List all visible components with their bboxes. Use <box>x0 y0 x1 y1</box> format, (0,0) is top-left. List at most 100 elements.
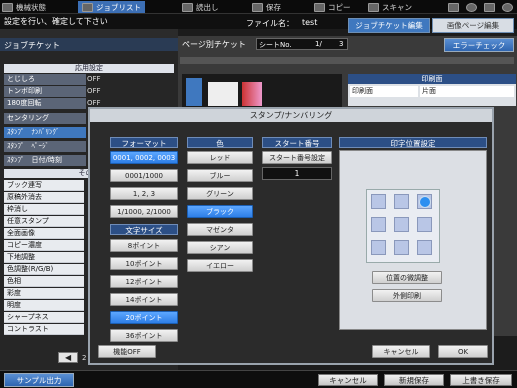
outside-print-button[interactable]: 外側印刷 <box>372 289 442 302</box>
color-option-black[interactable]: ブラック <box>187 205 253 218</box>
list-item-color-adjust-rgb[interactable]: 色調整(R/G/B) <box>4 264 84 275</box>
row-crop-marks[interactable]: トンボ印刷 <box>4 86 86 97</box>
size-option-10pt[interactable]: 10ポイント <box>110 257 178 270</box>
thumbnail-image[interactable] <box>208 82 238 106</box>
error-check-button[interactable]: エラーチェック <box>444 38 514 52</box>
position-top-center[interactable] <box>394 194 409 209</box>
format-head: フォーマット <box>110 137 178 148</box>
list-item-custom-stamp[interactable]: 任意スタンプ <box>4 216 84 227</box>
position-middle-center[interactable] <box>394 217 409 232</box>
mail-icon[interactable] <box>448 1 459 13</box>
list-item-frame-erase[interactable]: 枠消し <box>4 204 84 215</box>
job-ticket-top-strip <box>0 29 178 38</box>
row-centering[interactable]: センタリング <box>4 113 86 124</box>
fine-adjust-button[interactable]: 位置の微調整 <box>372 271 442 284</box>
row-crop-marks-value: OFF <box>87 87 101 95</box>
color-head: 色 <box>187 137 253 148</box>
color-option-green[interactable]: グリーン <box>187 187 253 200</box>
color-option-cyan[interactable]: シアン <box>187 241 253 254</box>
row-rotate-180[interactable]: 180度回転 <box>4 98 86 109</box>
prev-page-button[interactable]: ◀ <box>58 352 78 363</box>
list-item-full-image[interactable]: 全面画像 <box>4 228 84 239</box>
dialog-ok-button[interactable]: OK <box>438 345 488 358</box>
tab-image-page-edit[interactable]: 画像ページ編集 <box>432 18 514 33</box>
format-option-1-2-3[interactable]: 1, 2, 3 <box>110 187 178 200</box>
color-option-yellow[interactable]: イエロー <box>187 259 253 272</box>
page-scrollbar[interactable] <box>180 57 514 64</box>
list-item-sharpness[interactable]: シャープネス <box>4 312 84 323</box>
start-number-button[interactable]: スタート番号設定 <box>262 151 332 164</box>
print-side-value[interactable]: 片面 <box>420 86 514 97</box>
job-list-button[interactable]: ジョブリスト <box>78 1 145 13</box>
list-item-hue[interactable]: 色相 <box>4 276 84 287</box>
color-option-blue[interactable]: ブルー <box>187 169 253 182</box>
function-off-button[interactable]: 機能OFF <box>98 345 156 358</box>
format-option-0001-0002-0003[interactable]: 0001, 0002, 0003 <box>110 151 178 164</box>
save-button[interactable]: 保存 <box>252 1 281 13</box>
thumbnail-current[interactable] <box>186 78 202 106</box>
thumbnail-image-color[interactable] <box>242 82 262 106</box>
info-icon[interactable] <box>466 1 477 13</box>
list-item-saturation[interactable]: 彩度 <box>4 288 84 299</box>
size-option-8pt[interactable]: 8ポイント <box>110 239 178 252</box>
page-thumbnail-strip[interactable] <box>182 74 342 108</box>
sample-output-button[interactable]: サンプル出力 <box>4 373 74 387</box>
new-save-button[interactable]: 新規保存 <box>384 374 444 386</box>
row-binding-margin-value: OFF <box>87 75 101 83</box>
format-option-1-1000[interactable]: 1/1000, 2/1000 <box>110 205 178 218</box>
cancel-button[interactable]: キャンセル <box>318 374 378 386</box>
scan-icon <box>368 2 379 12</box>
row-binding-margin[interactable]: とじしろ <box>4 74 86 85</box>
list-item-brightness[interactable]: 明度 <box>4 300 84 311</box>
format-option-0001-1000[interactable]: 0001/1000 <box>110 169 178 182</box>
dialog-title: スタンプ/ナンバリング <box>90 109 492 122</box>
list-item-book-copy[interactable]: ブック連写 <box>4 180 84 191</box>
overwrite-save-button[interactable]: 上書き保存 <box>450 374 512 386</box>
copy-button[interactable]: コピー <box>314 1 351 13</box>
list-item-frame-erase-outside[interactable]: 原稿外消去 <box>4 192 84 203</box>
volume-icon[interactable] <box>484 1 495 13</box>
filename-label: ファイル名： <box>246 19 294 28</box>
size-option-36pt[interactable]: 36ポイント <box>110 329 178 342</box>
position-top-left[interactable] <box>371 194 386 209</box>
recall-icon <box>182 2 193 12</box>
position-bottom-right[interactable] <box>417 240 432 255</box>
top-status-bar: 機械状態 ジョブリスト 読出し 保存 コピー スキャン <box>0 0 517 14</box>
scan-button[interactable]: スキャン <box>368 1 412 13</box>
sheet-number-current: 1/ <box>315 40 322 48</box>
recall-button[interactable]: 読出し <box>182 1 219 13</box>
tab-job-ticket-edit[interactable]: ジョブチケット編集 <box>348 18 430 33</box>
color-option-red[interactable]: レッド <box>187 151 253 164</box>
list-item-background-adjust[interactable]: 下地調整 <box>4 252 84 263</box>
position-bottom-center[interactable] <box>394 240 409 255</box>
sheet-number-label: シートNo. <box>259 41 292 49</box>
size-option-14pt[interactable]: 14ポイント <box>110 293 178 306</box>
print-side-panel: 印刷面 印刷面 片面 <box>348 74 516 106</box>
print-side-head: 印刷面 <box>348 74 516 84</box>
sheet-number-box: シートNo. 1/ 3 <box>256 38 348 50</box>
page-counter: 2 <box>82 354 87 362</box>
position-grid <box>366 189 440 263</box>
print-side-label: 印刷面 <box>350 86 418 97</box>
list-item-copy-density[interactable]: コピー濃度 <box>4 240 84 251</box>
save-icon <box>252 2 263 12</box>
dialog-cancel-button[interactable]: キャンセル <box>372 345 430 358</box>
copy-icon <box>314 2 325 12</box>
size-option-12pt[interactable]: 12ポイント <box>110 275 178 288</box>
left-arrow-icon: ◀ <box>65 353 72 362</box>
position-middle-right[interactable] <box>417 217 432 232</box>
print-position-head: 印字位置設定 <box>339 137 487 148</box>
color-option-magenta[interactable]: マゼンタ <box>187 223 253 236</box>
size-option-20pt[interactable]: 20ポイント <box>110 311 178 324</box>
position-middle-left[interactable] <box>371 217 386 232</box>
start-number-value: 1 <box>262 167 332 180</box>
position-bottom-left[interactable] <box>371 240 386 255</box>
row-stamp-numbering[interactable]: ｽﾀﾝﾌﾟ ﾅﾝﾊﾞﾘﾝｸﾞ <box>4 127 86 138</box>
machine-status-button[interactable]: 機械状態 <box>2 1 46 13</box>
row-stamp-datetime[interactable]: ｽﾀﾝﾌﾟ 日付/時刻 <box>4 155 86 166</box>
filename-value: test <box>302 18 318 27</box>
job-ticket-header: ジョブチケット <box>0 38 178 51</box>
list-item-contrast[interactable]: コントラスト <box>4 324 84 335</box>
row-stamp-page[interactable]: ｽﾀﾝﾌﾟ ﾍﾟｰｼﾞ <box>4 141 86 152</box>
help-icon[interactable] <box>502 1 513 13</box>
